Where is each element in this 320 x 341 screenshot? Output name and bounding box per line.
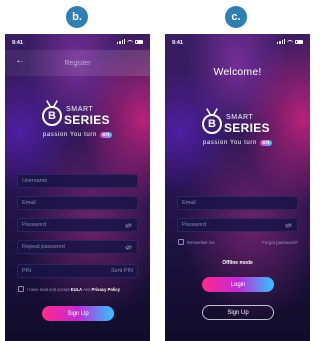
tagline-on-badge: on	[100, 132, 113, 138]
brand-logo: B SMART SERIES passion You turn on	[165, 100, 310, 160]
privacy-policy-link[interactable]: Privacy Policy	[92, 287, 120, 292]
password-placeholder: Password	[22, 222, 47, 228]
status-time: 9:41	[172, 40, 184, 46]
welcome-title: Welcome!	[213, 66, 262, 78]
back-arrow-icon[interactable]: ←	[15, 55, 25, 66]
remember-me-row[interactable]: Remember me	[178, 239, 215, 245]
login-screen: 9:41 Welcome! B SMART SERIES passion You…	[165, 34, 310, 341]
eye-off-icon[interactable]	[125, 223, 132, 228]
repeat-password-placeholder: Repeat password	[22, 244, 65, 250]
eula-link[interactable]: EULA	[71, 287, 82, 292]
panel-label-b: b.	[66, 6, 88, 28]
pin-field[interactable]: PIN Sent PIN	[17, 264, 138, 278]
logo-mark: B	[42, 106, 62, 126]
pin-placeholder: PIN	[22, 268, 32, 274]
status-time: 9:41	[12, 40, 24, 46]
status-icons	[117, 39, 143, 44]
battery-icon	[135, 39, 143, 44]
wifi-icon	[127, 39, 133, 44]
repeat-password-field[interactable]: Repeat password	[17, 240, 138, 254]
username-placeholder: Username	[22, 178, 48, 184]
page-title: Register	[64, 59, 91, 67]
sent-pin-link[interactable]: Sent PIN	[111, 268, 133, 274]
eye-off-icon[interactable]	[285, 223, 292, 228]
email-placeholder: Email	[182, 200, 196, 206]
register-header: ← Register	[5, 50, 150, 76]
tagline-text: passion You turn	[202, 140, 257, 146]
brand-tagline: passion You turn on	[165, 140, 310, 146]
password-field[interactable]: Password	[17, 218, 138, 232]
remember-me-checkbox[interactable]	[178, 239, 184, 245]
panel-label-c: c.	[225, 6, 247, 28]
forgot-password-link[interactable]: Forgot password?	[262, 240, 298, 245]
brand-tagline: passion You turn on	[5, 132, 150, 138]
agreement-prefix: I have read and accept	[27, 286, 70, 292]
logo-smart-text: SMART	[226, 114, 254, 121]
logo-series-text: SERIES	[64, 113, 110, 127]
agreement-row[interactable]: I have read and accept EULA and Privacy …	[18, 286, 120, 292]
signup-button[interactable]: Sign Up	[42, 306, 114, 321]
password-placeholder: Password	[182, 222, 207, 228]
logo-mark: B	[202, 114, 222, 134]
agreement-text: I have read and accept EULA and Privacy …	[27, 287, 120, 292]
battery-icon	[295, 39, 303, 44]
signal-icon	[277, 39, 285, 44]
logo-series-text: SERIES	[224, 121, 270, 135]
wifi-icon	[287, 39, 293, 44]
agreement-checkbox[interactable]	[18, 286, 24, 292]
agreement-and: and	[83, 286, 91, 292]
login-button[interactable]: Login	[202, 277, 274, 292]
remember-me-label: Remember me	[187, 239, 215, 245]
offline-mode-link[interactable]: Offline mode	[165, 260, 310, 266]
signup-button[interactable]: Sign Up	[202, 305, 274, 320]
tagline-text: passion You turn	[42, 132, 97, 138]
logo-smart-text: SMART	[66, 106, 94, 113]
status-icons	[277, 39, 303, 44]
tagline-on-badge: on	[260, 140, 273, 146]
brand-logo: B SMART SERIES passion You turn on	[5, 92, 150, 152]
password-field[interactable]: Password	[177, 218, 298, 232]
username-field[interactable]: Username	[17, 174, 138, 188]
email-field[interactable]: Email	[17, 196, 138, 210]
email-field[interactable]: Email	[177, 196, 298, 210]
signal-icon	[117, 39, 125, 44]
email-placeholder: Email	[22, 200, 36, 206]
eye-off-icon[interactable]	[125, 245, 132, 250]
register-screen: 9:41 ← Register B SMART SERIES passion Y…	[5, 34, 150, 341]
